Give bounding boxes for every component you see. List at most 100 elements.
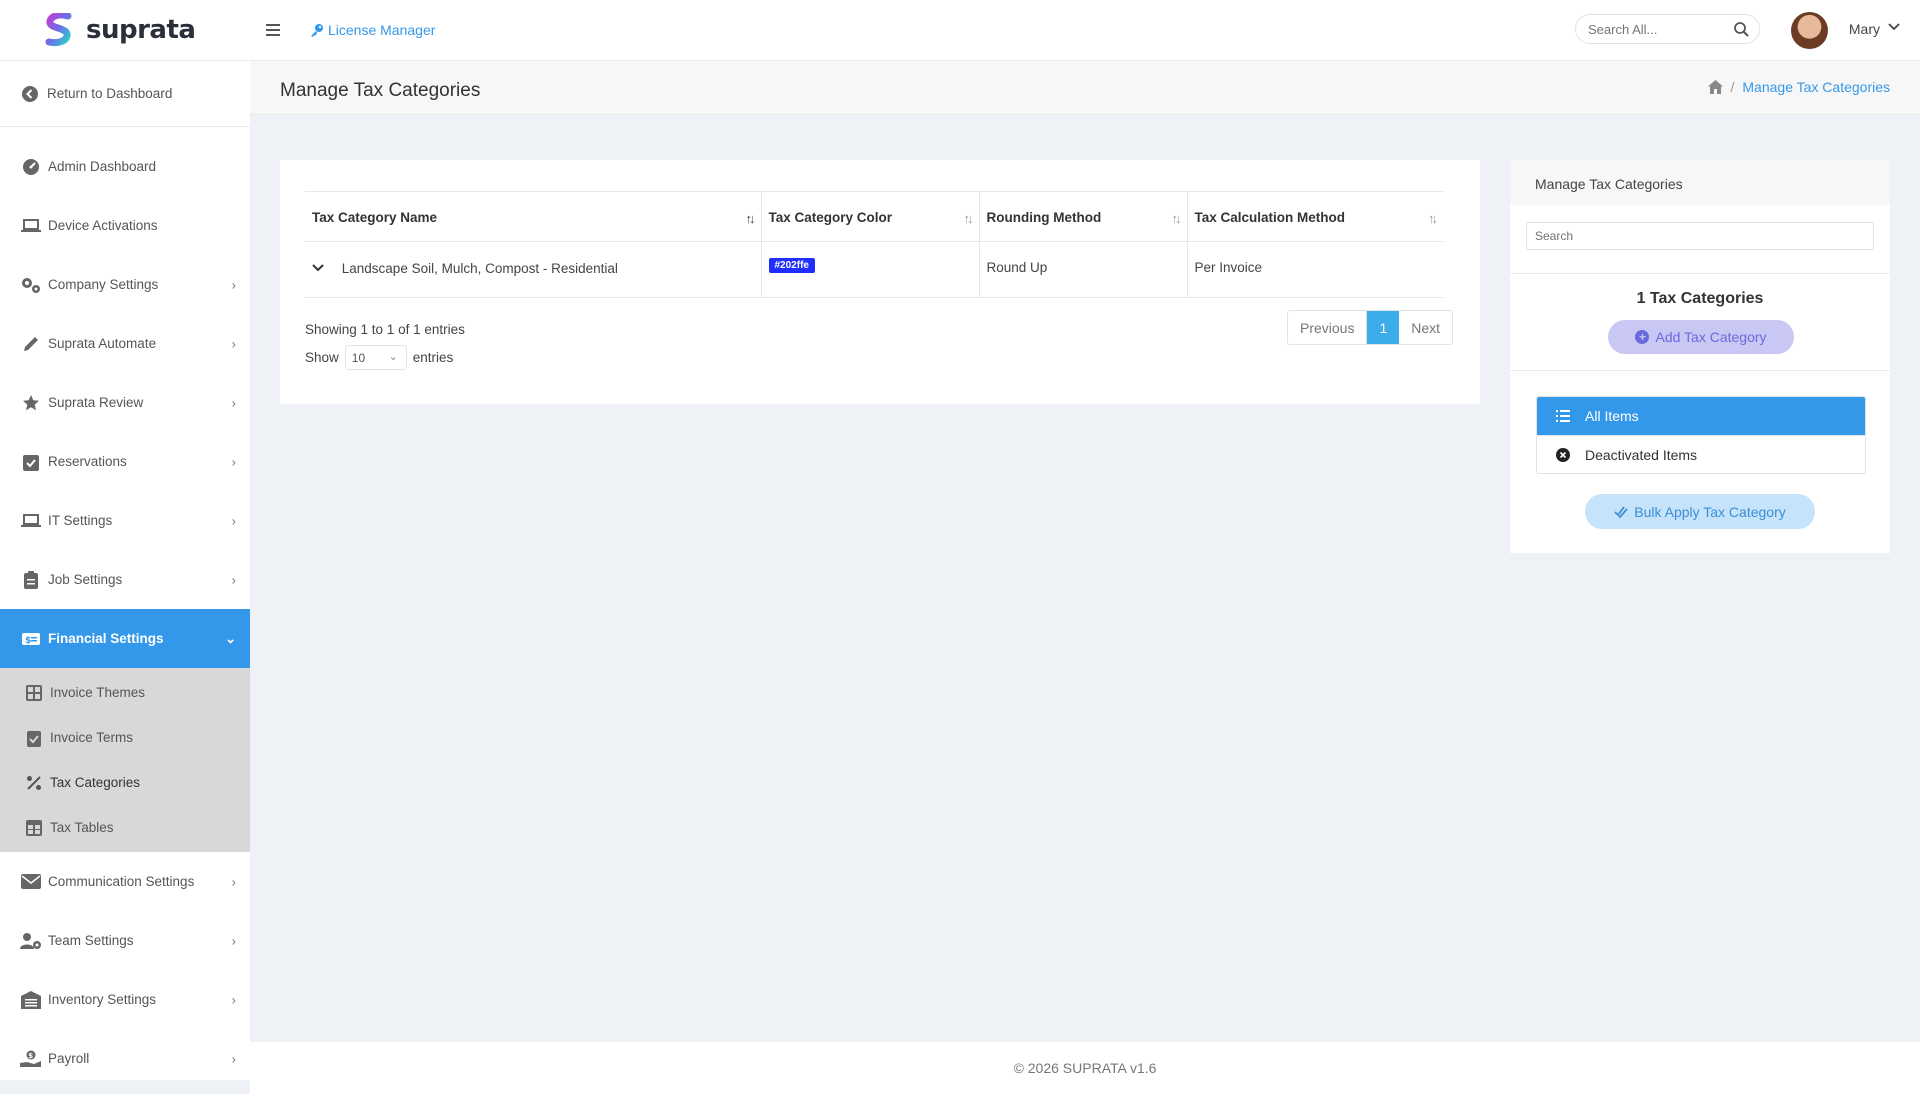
return-to-dashboard[interactable]: Return to Dashboard bbox=[0, 61, 250, 127]
chevron-down-icon: ⌄ bbox=[225, 630, 236, 646]
page-header: Manage Tax Categories / Manage Tax Categ… bbox=[250, 61, 1920, 115]
double-check-icon bbox=[1614, 505, 1628, 518]
key-icon bbox=[311, 24, 323, 37]
sidebar-item-job-settings[interactable]: Job Settings › bbox=[0, 550, 250, 609]
sidebar-subitem-invoice-terms[interactable]: Invoice Terms bbox=[0, 715, 250, 760]
sidebar-item-communication-settings[interactable]: Communication Settings › bbox=[0, 852, 250, 911]
arrow-left-circle-icon bbox=[21, 85, 39, 103]
sidebar-item-label: Job Settings bbox=[48, 572, 123, 587]
home-icon[interactable] bbox=[1707, 80, 1723, 94]
sidebar-subitem-tax-tables[interactable]: Tax Tables bbox=[0, 805, 250, 850]
pagination-page-1[interactable]: 1 bbox=[1367, 311, 1400, 344]
side-panel-title: Manage Tax Categories bbox=[1510, 160, 1890, 205]
gauge-icon bbox=[20, 157, 42, 177]
chevron-right-icon: › bbox=[231, 336, 236, 351]
list-icon bbox=[1555, 410, 1571, 422]
sidebar-item-label: IT Settings bbox=[48, 513, 113, 528]
sort-icon: ↑↓ bbox=[1428, 211, 1438, 226]
global-search-input[interactable] bbox=[1588, 21, 1728, 37]
sidebar-item-inventory-settings[interactable]: Inventory Settings › bbox=[0, 970, 250, 1029]
table-row[interactable]: Landscape Soil, Mulch, Compost - Residen… bbox=[305, 241, 1443, 298]
sort-icon: ↑↓ bbox=[745, 211, 756, 226]
chevron-right-icon: › bbox=[231, 992, 236, 1007]
sidebar-subitem-invoice-themes[interactable]: Invoice Themes bbox=[0, 670, 250, 715]
laptop-icon bbox=[20, 511, 42, 531]
chevron-down-icon[interactable] bbox=[1888, 20, 1900, 32]
sidebar-item-label: Team Settings bbox=[48, 933, 134, 948]
chevron-right-icon: › bbox=[231, 277, 236, 292]
cell-color: #202ffe bbox=[760, 241, 979, 298]
sidebar-subitem-label: Invoice Themes bbox=[50, 685, 146, 700]
chevron-down-icon[interactable] bbox=[312, 262, 328, 276]
tax-categories-table: Tax Category Name ↑↓ Tax Category Color ↑↓… bbox=[305, 191, 1443, 298]
sidebar: suprata Return to Dashboard Admin Dashbo… bbox=[0, 0, 250, 1080]
show-label: Show bbox=[305, 350, 339, 365]
chevron-right-icon: › bbox=[231, 513, 236, 528]
sidebar-item-it-settings[interactable]: IT Settings › bbox=[0, 491, 250, 550]
column-header-calculation[interactable]: Tax Calculation Method ↑↓ bbox=[1186, 191, 1443, 242]
pen-icon bbox=[20, 334, 42, 354]
search-icon[interactable] bbox=[1734, 22, 1749, 37]
sidebar-item-label: Reservations bbox=[48, 454, 127, 469]
filter-label: Deactivated Items bbox=[1585, 446, 1698, 463]
tax-category-count: 1 Tax Categories bbox=[1636, 290, 1764, 307]
sidebar-item-suprata-review[interactable]: Suprata Review › bbox=[0, 373, 250, 432]
sidebar-item-device-activations[interactable]: Device Activations bbox=[0, 196, 250, 255]
sidebar-item-reservations[interactable]: Reservations › bbox=[0, 432, 250, 491]
side-panel: Manage Tax Categories 1 Tax Categories +… bbox=[1510, 160, 1890, 553]
sidebar-item-label: Inventory Settings bbox=[48, 992, 157, 1007]
brand-name: suprata bbox=[86, 15, 196, 45]
user-name[interactable]: Mary bbox=[1849, 21, 1880, 37]
filter-list: All Items Deactivated Items bbox=[1536, 396, 1866, 474]
avatar[interactable] bbox=[1791, 12, 1828, 49]
svg-text:$: $ bbox=[25, 636, 31, 646]
user-gear-icon bbox=[20, 931, 42, 951]
sidebar-subitem-tax-categories[interactable]: Tax Categories bbox=[0, 760, 250, 805]
add-tax-category-label: Add Tax Category bbox=[1655, 329, 1767, 345]
color-swatch: #202ffe bbox=[768, 258, 815, 273]
sidebar-subitem-label: Tax Tables bbox=[50, 820, 114, 835]
logo[interactable]: suprata bbox=[0, 0, 250, 61]
financial-settings-submenu: Invoice Themes Invoice Terms Tax Categor… bbox=[0, 668, 250, 852]
sort-icon: ↑↓ bbox=[963, 211, 974, 226]
column-header-name[interactable]: Tax Category Name ↑↓ bbox=[305, 191, 761, 242]
filter-all-items[interactable]: All Items bbox=[1537, 397, 1865, 435]
gears-icon bbox=[20, 275, 42, 295]
plus-circle-icon: + bbox=[1635, 330, 1650, 344]
envelope-icon bbox=[20, 872, 42, 892]
sidebar-item-label: Admin Dashboard bbox=[48, 159, 157, 174]
cell-calculation: Per Invoice bbox=[1186, 241, 1443, 298]
column-header-color[interactable]: Tax Category Color ↑↓ bbox=[760, 191, 979, 242]
sidebar-item-suprata-automate[interactable]: Suprata Automate › bbox=[0, 314, 250, 373]
pagination-previous[interactable]: Previous bbox=[1288, 311, 1368, 344]
cell-rounding: Round Up bbox=[978, 241, 1187, 298]
hand-coin-icon: $ bbox=[20, 1049, 42, 1069]
calendar-check-icon bbox=[20, 452, 42, 472]
add-tax-category-button[interactable]: + Add Tax Category bbox=[1608, 320, 1794, 354]
clipboard-check-icon bbox=[24, 728, 44, 748]
filter-deactivated-items[interactable]: Deactivated Items bbox=[1537, 435, 1865, 473]
side-search-input[interactable] bbox=[1535, 229, 1865, 243]
sidebar-item-financial-settings[interactable]: $ Financial Settings ⌄ bbox=[0, 609, 250, 668]
star-icon bbox=[20, 393, 42, 413]
sidebar-item-admin-dashboard[interactable]: Admin Dashboard bbox=[0, 137, 250, 196]
grid-icon bbox=[24, 683, 44, 703]
hamburger-menu-icon[interactable] bbox=[266, 21, 280, 39]
pagination-next[interactable]: Next bbox=[1399, 311, 1452, 344]
global-search bbox=[1575, 14, 1760, 44]
license-manager-label: License Manager bbox=[328, 22, 436, 38]
sidebar-item-team-settings[interactable]: Team Settings › bbox=[0, 911, 250, 970]
sidebar-item-label: Suprata Review bbox=[48, 395, 144, 410]
money-card-icon: $ bbox=[20, 629, 42, 649]
pagination: Previous 1 Next bbox=[1287, 310, 1454, 345]
license-manager-link[interactable]: License Manager bbox=[310, 22, 435, 38]
column-header-rounding[interactable]: Rounding Method ↑↓ bbox=[978, 191, 1187, 242]
sidebar-item-payroll[interactable]: $ Payroll › bbox=[0, 1029, 250, 1080]
page-length-select[interactable]: 10 ⌄ bbox=[344, 345, 407, 370]
sort-icon: ↑↓ bbox=[1171, 211, 1182, 226]
sidebar-item-company-settings[interactable]: Company Settings › bbox=[0, 255, 250, 314]
table-icon bbox=[24, 818, 44, 838]
bulk-apply-tax-category-button[interactable]: Bulk Apply Tax Category bbox=[1585, 494, 1815, 529]
footer-copyright: © 2026 SUPRATA v1.6 bbox=[1013, 1060, 1157, 1076]
breadcrumb-current[interactable]: Manage Tax Categories bbox=[1742, 79, 1890, 95]
